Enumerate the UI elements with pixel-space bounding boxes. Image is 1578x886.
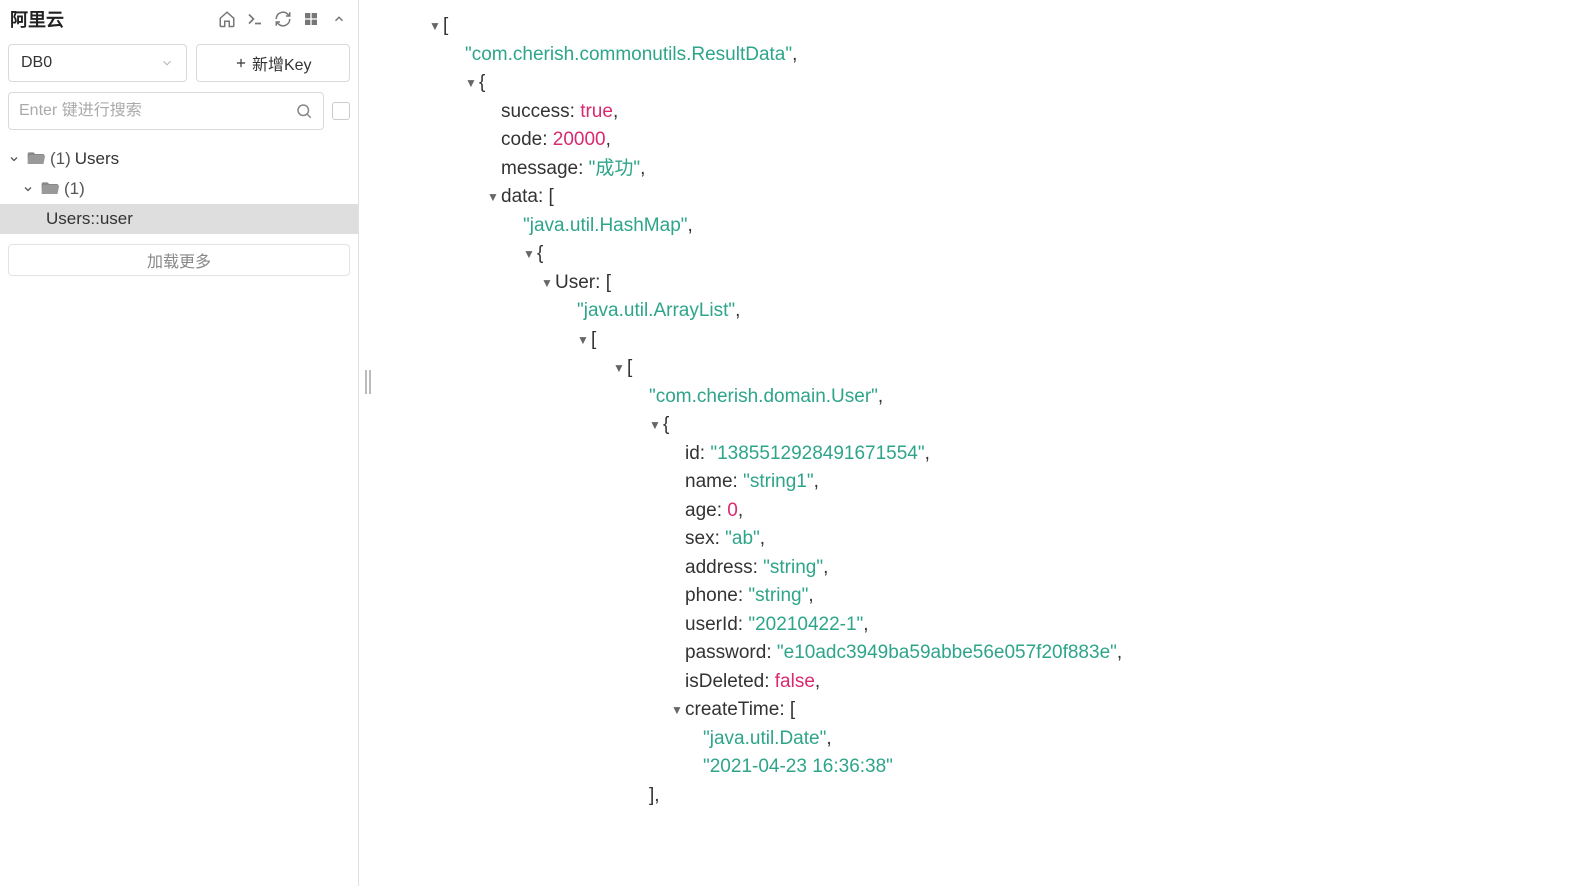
json-row[interactable]: name: "string1",: [429, 468, 1558, 497]
splitter-handle-icon: [365, 370, 371, 394]
folder-open-icon: [26, 149, 46, 169]
home-icon[interactable]: [218, 10, 236, 28]
caret-icon[interactable]: [577, 331, 591, 349]
splitter[interactable]: [359, 0, 379, 886]
json-row[interactable]: isDeleted: false,: [429, 668, 1558, 697]
caret-down-icon: [8, 153, 22, 165]
refresh-icon[interactable]: [274, 10, 292, 28]
search-icon[interactable]: [295, 102, 313, 120]
json-row[interactable]: data: [: [429, 183, 1558, 212]
json-row[interactable]: phone: "string",: [429, 582, 1558, 611]
json-row[interactable]: sex: "ab",: [429, 525, 1558, 554]
json-row[interactable]: "java.util.ArrayList",: [429, 297, 1558, 326]
caret-icon[interactable]: [429, 17, 443, 35]
tree-leaf[interactable]: Users::user: [0, 204, 358, 234]
folder-open-icon: [40, 179, 60, 199]
brand-label: 阿里云: [10, 6, 64, 32]
json-row[interactable]: ],: [429, 782, 1558, 811]
json-row[interactable]: "com.cherish.domain.User",: [429, 383, 1558, 412]
load-more-label: 加载更多: [147, 248, 211, 272]
tree-root-count: (1): [50, 149, 71, 169]
chevron-down-icon: [160, 56, 174, 70]
caret-down-icon: [22, 183, 36, 195]
json-row[interactable]: password: "e10adc3949ba59abbe56e057f20f8…: [429, 639, 1558, 668]
json-row[interactable]: "2021-04-23 16:36:38": [429, 753, 1558, 782]
caret-icon[interactable]: [671, 701, 685, 719]
caret-icon[interactable]: [649, 416, 663, 434]
caret-icon[interactable]: [613, 359, 627, 377]
chevron-up-icon[interactable]: [330, 10, 348, 28]
tree-child[interactable]: (1): [0, 174, 358, 204]
new-key-button[interactable]: 新增Key: [196, 44, 351, 82]
json-row[interactable]: id: "1385512928491671554",: [429, 440, 1558, 469]
terminal-icon[interactable]: [246, 10, 264, 28]
search-input[interactable]: [19, 102, 295, 120]
json-row[interactable]: [: [429, 326, 1558, 355]
json-row[interactable]: [: [429, 354, 1558, 383]
caret-icon[interactable]: [541, 274, 555, 292]
new-key-label: 新增Key: [252, 51, 312, 75]
controls-row: DB0 新增Key: [0, 40, 358, 92]
header-icons: [218, 10, 348, 28]
sidebar: 阿里云 DB0: [0, 0, 359, 886]
search-input-wrap: [8, 92, 324, 130]
plus-icon: [234, 56, 248, 70]
json-row[interactable]: {: [429, 240, 1558, 269]
tree-leaf-label: Users::user: [46, 209, 133, 229]
json-row[interactable]: [: [429, 12, 1558, 41]
caret-icon[interactable]: [465, 74, 479, 92]
key-tree: (1) Users (1) Users::user: [0, 140, 358, 238]
json-row[interactable]: "java.util.Date",: [429, 725, 1558, 754]
json-row[interactable]: age: 0,: [429, 497, 1558, 526]
json-row[interactable]: "java.util.HashMap",: [429, 212, 1558, 241]
json-row[interactable]: {: [429, 411, 1558, 440]
load-more-button[interactable]: 加载更多: [8, 244, 350, 276]
db-select[interactable]: DB0: [8, 44, 187, 82]
json-viewer: [ "com.cherish.commonutils.ResultData", …: [379, 0, 1578, 886]
exact-match-checkbox[interactable]: [332, 102, 350, 120]
json-row[interactable]: address: "string",: [429, 554, 1558, 583]
json-row[interactable]: createTime: [: [429, 696, 1558, 725]
json-row[interactable]: userId: "20210422-1",: [429, 611, 1558, 640]
json-row[interactable]: message: "成功",: [429, 155, 1558, 184]
sidebar-header: 阿里云: [0, 0, 358, 40]
grid-icon[interactable]: [302, 10, 320, 28]
json-row[interactable]: code: 20000,: [429, 126, 1558, 155]
json-row[interactable]: User: [: [429, 269, 1558, 298]
tree-child-count: (1): [64, 179, 85, 199]
json-row[interactable]: "com.cherish.commonutils.ResultData",: [429, 41, 1558, 70]
search-row: [0, 92, 358, 140]
db-select-value: DB0: [21, 54, 52, 72]
json-row[interactable]: success: true,: [429, 98, 1558, 127]
json-row[interactable]: {: [429, 69, 1558, 98]
tree-root[interactable]: (1) Users: [0, 144, 358, 174]
tree-root-label: Users: [75, 149, 119, 169]
caret-icon[interactable]: [523, 245, 537, 263]
caret-icon[interactable]: [487, 188, 501, 206]
